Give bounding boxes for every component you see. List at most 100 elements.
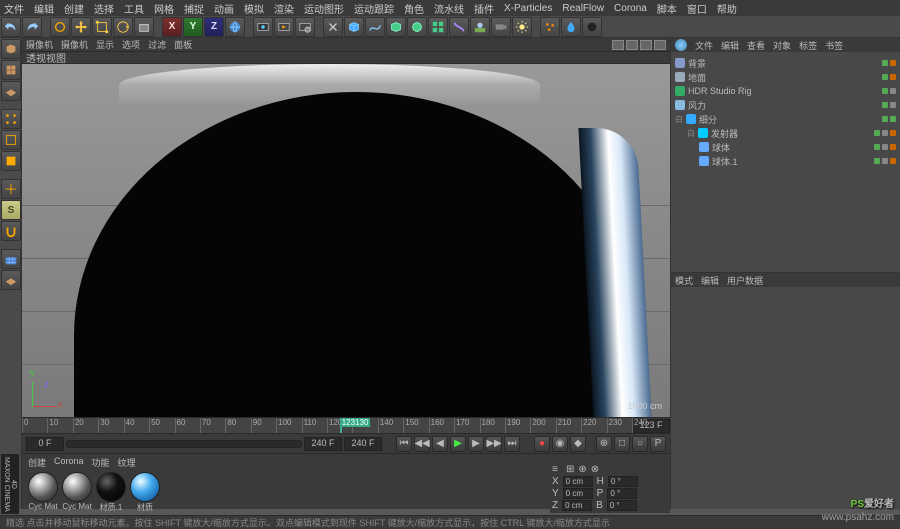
add-light[interactable] <box>512 17 532 37</box>
obj-tab[interactable]: 书签 <box>825 39 843 52</box>
viewport-solo[interactable]: S <box>1 200 21 220</box>
add-environment[interactable] <box>470 17 490 37</box>
next-frame[interactable]: ▶ <box>468 436 484 452</box>
menu-item[interactable]: 渲染 <box>274 1 294 16</box>
menu-item[interactable]: 流水线 <box>434 1 464 16</box>
add-generator[interactable] <box>386 17 406 37</box>
locked-workplane[interactable] <box>1 249 21 269</box>
material-ball[interactable] <box>28 472 58 502</box>
add-camera[interactable] <box>491 17 511 37</box>
z-axis-lock[interactable]: Z <box>204 17 224 37</box>
tree-row[interactable]: 背景 <box>675 56 896 70</box>
viewport[interactable]: xyz 1000 cm <box>22 64 670 417</box>
workplane-mode[interactable] <box>1 81 21 101</box>
add-array[interactable] <box>428 17 448 37</box>
pos-key[interactable]: ⊕ <box>596 436 612 452</box>
coord-icon[interactable]: ⊗ <box>591 464 599 475</box>
play-button[interactable]: ▶ <box>450 436 466 452</box>
edge-mode[interactable] <box>1 130 21 150</box>
timeline-ruler[interactable]: 0102030405060708090100110120130140150160… <box>22 417 670 433</box>
scale-key[interactable]: □ <box>614 436 630 452</box>
poly-mode[interactable] <box>1 151 21 171</box>
material-tab[interactable]: 功能 <box>92 456 110 468</box>
obj-tab[interactable]: 标签 <box>799 39 817 52</box>
vp-icon[interactable] <box>640 40 652 50</box>
menu-item[interactable]: Corona <box>614 3 647 14</box>
obj-tab[interactable]: 编辑 <box>721 39 739 52</box>
menu-item[interactable]: 模拟 <box>244 1 264 16</box>
obj-tab[interactable]: 对象 <box>773 39 791 52</box>
menu-item[interactable]: 动画 <box>214 1 234 16</box>
add-spline[interactable] <box>365 17 385 37</box>
material-ball[interactable] <box>62 472 92 502</box>
goto-start[interactable]: ⏮ <box>396 436 412 452</box>
vp-icon[interactable] <box>654 40 666 50</box>
menu-item[interactable]: RealFlow <box>562 3 604 14</box>
tree-row[interactable]: 白细分 <box>675 112 896 126</box>
material-tab[interactable]: Corona <box>54 456 84 468</box>
next-key[interactable]: ▶▶ <box>486 436 502 452</box>
add-null[interactable] <box>323 17 343 37</box>
planar-workplane[interactable] <box>1 270 21 290</box>
viewport-menu-item[interactable]: 显示 <box>96 38 114 51</box>
tree-row[interactable]: 地面 <box>675 70 896 84</box>
menu-item[interactable]: 捕捉 <box>184 1 204 16</box>
material-ball[interactable] <box>96 472 126 502</box>
menu-item[interactable]: 角色 <box>404 1 424 16</box>
coord-icon[interactable]: ⊞ <box>566 464 574 475</box>
model-mode[interactable] <box>1 39 21 59</box>
enable-axis[interactable] <box>1 179 21 199</box>
y-axis-lock[interactable]: Y <box>183 17 203 37</box>
xparticles-icon[interactable] <box>540 17 560 37</box>
menu-item[interactable]: 脚本 <box>657 1 677 16</box>
tree-row[interactable]: 白发射器 <box>675 126 896 140</box>
keyframe-sel[interactable]: ◆ <box>570 436 586 452</box>
x-axis-lock[interactable]: X <box>162 17 182 37</box>
move-tool[interactable] <box>71 17 91 37</box>
viewport-menu-item[interactable]: 选项 <box>122 38 140 51</box>
enable-snap[interactable] <box>1 221 21 241</box>
menu-item[interactable]: 网格 <box>154 1 174 16</box>
end-frame-field[interactable]: 240 F <box>304 437 342 451</box>
coord-icon[interactable]: ⊕ <box>578 464 586 475</box>
object-tree[interactable]: 背景地面HDR Studio Rig风力白细分白发射器球体球体.1 <box>671 52 900 272</box>
recent-tool[interactable] <box>134 17 154 37</box>
attr-tab[interactable]: 模式 <box>675 274 693 287</box>
menu-item[interactable]: 运动跟踪 <box>354 1 394 16</box>
obj-tab[interactable]: 查看 <box>747 39 765 52</box>
rot-key[interactable]: ○ <box>632 436 648 452</box>
render-view[interactable] <box>253 17 273 37</box>
start-frame-field[interactable]: 0 F <box>26 437 64 451</box>
material-tab[interactable]: 创建 <box>28 456 46 468</box>
end-frame-field2[interactable]: 240 F <box>344 437 382 451</box>
tree-row[interactable]: 球体.1 <box>675 154 896 168</box>
viewport-menu-item[interactable]: 面板 <box>174 38 192 51</box>
viewport-menu-item[interactable]: 过滤 <box>148 38 166 51</box>
realflow-icon[interactable] <box>561 17 581 37</box>
param-key[interactable]: P <box>650 436 666 452</box>
scale-tool[interactable] <box>92 17 112 37</box>
render-pv[interactable] <box>274 17 294 37</box>
menu-item[interactable]: 创建 <box>64 1 84 16</box>
menu-item[interactable]: 运动图形 <box>304 1 344 16</box>
rotate-tool[interactable] <box>113 17 133 37</box>
live-select-tool[interactable] <box>50 17 70 37</box>
menu-item[interactable]: 窗口 <box>687 1 707 16</box>
menu-item[interactable]: 文件 <box>4 1 24 16</box>
add-cube[interactable] <box>344 17 364 37</box>
attr-tab[interactable]: 用户数据 <box>727 274 763 287</box>
undo-button[interactable] <box>1 17 21 37</box>
record-key[interactable]: ● <box>534 436 550 452</box>
goto-end[interactable]: ⏭ <box>504 436 520 452</box>
autokey[interactable]: ◉ <box>552 436 568 452</box>
globe-icon[interactable] <box>675 39 687 51</box>
menu-item[interactable]: 帮助 <box>717 1 737 16</box>
render-settings[interactable] <box>295 17 315 37</box>
prev-key[interactable]: ◀◀ <box>414 436 430 452</box>
menu-item[interactable]: 工具 <box>124 1 144 16</box>
tree-row[interactable]: 风力 <box>675 98 896 112</box>
menu-item[interactable]: 选择 <box>94 1 114 16</box>
coord-system[interactable] <box>225 17 245 37</box>
vp-icon[interactable] <box>612 40 624 50</box>
corona-icon[interactable] <box>582 17 602 37</box>
